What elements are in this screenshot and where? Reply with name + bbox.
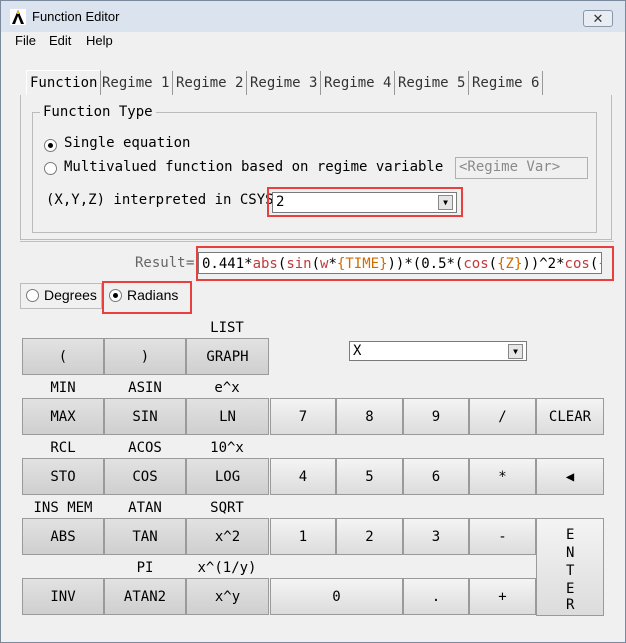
root-label: x^(1/y) (197, 560, 257, 576)
digit-6-button[interactable]: 6 (403, 458, 469, 495)
window-title: Function Editor (32, 9, 120, 24)
highlight-result (196, 246, 614, 281)
tab-function[interactable]: Function (26, 70, 102, 95)
result-equals: = (186, 255, 195, 271)
menu-help[interactable]: Help (86, 33, 113, 48)
sqrt-label: SQRT (210, 500, 244, 516)
digit-7-button[interactable]: 7 (270, 398, 336, 435)
acos-label: ACOS (128, 440, 162, 456)
ins-mem-label: INS MEM (33, 500, 93, 516)
multivalued-radio[interactable] (44, 162, 57, 175)
clear-button[interactable]: CLEAR (536, 398, 604, 435)
enter-button[interactable]: E N T E R (536, 518, 604, 616)
ansys-logo-icon (10, 9, 26, 25)
single-equation-label: Single equation (64, 135, 191, 151)
digit-1-button[interactable]: 1 (270, 518, 336, 555)
menu-edit[interactable]: Edit (49, 33, 71, 48)
list-label: LIST (210, 320, 244, 336)
close-paren-button[interactable]: ) (104, 338, 186, 375)
atan2-button[interactable]: ATAN2 (104, 578, 186, 615)
log-button[interactable]: LOG (186, 458, 269, 495)
subtract-button[interactable]: - (469, 518, 536, 555)
result-label: Result (135, 255, 186, 271)
chevron-down-icon[interactable]: ▼ (508, 344, 523, 359)
highlight-csys (267, 187, 463, 217)
enter-letter: N (566, 545, 575, 561)
variable-select[interactable]: X (349, 341, 527, 361)
tab-regime-2[interactable]: Regime 2 (173, 71, 248, 95)
graph-button[interactable]: GRAPH (186, 338, 269, 375)
separator (20, 241, 614, 242)
sin-button[interactable]: SIN (104, 398, 186, 435)
function-type-label: Function Type (40, 104, 156, 120)
digit-8-button[interactable]: 8 (336, 398, 403, 435)
enter-letter: E (566, 581, 575, 597)
power-button[interactable]: x^y (186, 578, 269, 615)
exp-label: e^x (214, 380, 240, 396)
pow10-label: 10^x (210, 440, 244, 456)
degrees-label: Degrees (44, 287, 97, 303)
tab-regime-6[interactable]: Regime 6 (469, 71, 544, 95)
divide-button[interactable]: / (469, 398, 536, 435)
menu-file[interactable]: File (15, 33, 36, 48)
rcl-label: RCL (50, 440, 76, 456)
pi-label: PI (136, 560, 154, 576)
add-button[interactable]: + (469, 578, 536, 615)
menu-bar: File Edit Help (1, 32, 625, 50)
ln-button[interactable]: LN (186, 398, 269, 435)
tab-regime-5[interactable]: Regime 5 (395, 71, 470, 95)
open-paren-button[interactable]: ( (22, 338, 104, 375)
asin-label: ASIN (128, 380, 162, 396)
inv-button[interactable]: INV (22, 578, 104, 615)
backspace-arrow-icon: ◀ (565, 469, 575, 485)
tan-button[interactable]: TAN (104, 518, 186, 555)
enter-letter: R (566, 597, 575, 613)
digit-4-button[interactable]: 4 (270, 458, 336, 495)
regime-var-field: <Regime Var> (455, 157, 588, 179)
cos-button[interactable]: COS (104, 458, 186, 495)
single-equation-radio[interactable] (44, 139, 57, 152)
max-button[interactable]: MAX (22, 398, 104, 435)
min-label: MIN (50, 380, 76, 396)
digit-5-button[interactable]: 5 (336, 458, 403, 495)
sto-button[interactable]: STO (22, 458, 104, 495)
close-button[interactable]: ✕ (583, 10, 613, 27)
multivalued-label: Multivalued function based on regime var… (64, 159, 444, 175)
tab-regime-3[interactable]: Regime 3 (247, 71, 322, 95)
backspace-button[interactable]: ◀ (536, 458, 604, 495)
enter-letter: T (566, 563, 575, 579)
digit-9-button[interactable]: 9 (403, 398, 469, 435)
degrees-radio[interactable] (26, 289, 39, 302)
enter-letter: E (566, 527, 575, 543)
variable-value: X (353, 343, 362, 359)
digit-2-button[interactable]: 2 (336, 518, 403, 555)
abs-button[interactable]: ABS (22, 518, 104, 555)
square-button[interactable]: x^2 (186, 518, 269, 555)
multiply-button[interactable]: * (469, 458, 536, 495)
atan-label: ATAN (128, 500, 162, 516)
tab-regime-1[interactable]: Regime 1 (99, 71, 174, 95)
decimal-button[interactable]: . (403, 578, 469, 615)
highlight-radians (102, 281, 192, 314)
digit-0-button[interactable]: 0 (270, 578, 403, 615)
csys-label: (X,Y,Z) interpreted in CSYS: (46, 192, 283, 208)
tab-regime-4[interactable]: Regime 4 (321, 71, 396, 95)
title-bar: Function Editor ✕ (1, 1, 625, 33)
digit-3-button[interactable]: 3 (403, 518, 469, 555)
